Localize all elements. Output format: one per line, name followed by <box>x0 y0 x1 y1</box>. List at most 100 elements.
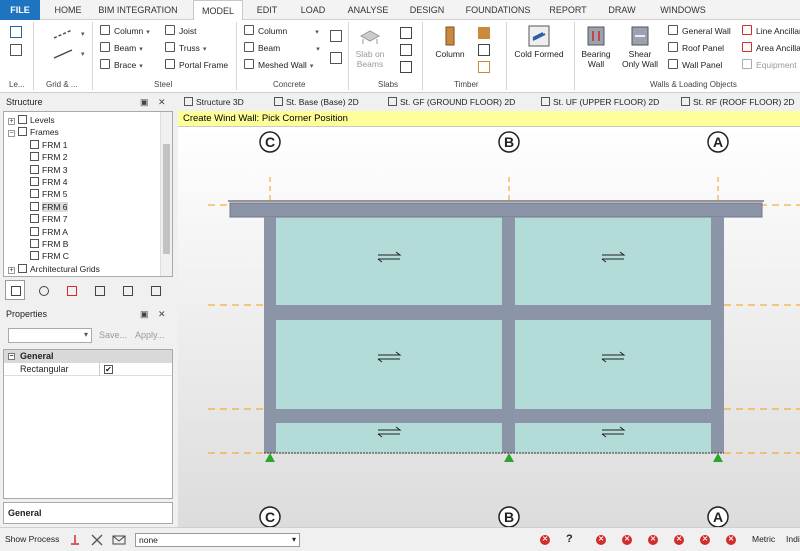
units-label[interactable]: Metric <box>752 534 775 544</box>
tab-windows[interactable]: WINDOWS <box>652 0 714 20</box>
tab-loads[interactable] <box>61 280 81 300</box>
properties-category[interactable]: − General <box>4 350 172 363</box>
wall-panel[interactable] <box>515 217 711 305</box>
expand-icon[interactable]: + <box>8 266 15 274</box>
wall-panel[interactable] <box>276 320 502 409</box>
tree-item[interactable]: FRM 1 <box>30 139 68 151</box>
tree-item[interactable]: − Frames <box>8 126 59 138</box>
wall-panel-button[interactable]: Wall Panel <box>668 58 722 73</box>
tab-bim-integration[interactable]: BIM INTEGRATION <box>93 0 183 20</box>
tree-item[interactable]: + Levels <box>8 114 55 126</box>
collapse-icon[interactable]: − <box>8 130 15 138</box>
column-a[interactable] <box>711 217 724 453</box>
support-icon[interactable] <box>713 453 723 462</box>
joist-button[interactable]: Joist <box>165 24 196 39</box>
tab-st-rf[interactable]: St. RF (ROOF FLOOR) 2D <box>681 94 795 110</box>
tab-report[interactable]: REPORT <box>545 0 591 20</box>
tree-item[interactable]: FRM 5 <box>30 188 68 200</box>
bearing-wall-button[interactable]: Bearing Wall <box>578 25 614 69</box>
concrete-beam-button[interactable]: Beam ▾ <box>244 41 320 56</box>
tree-item[interactable]: FRM 4 <box>30 176 68 188</box>
slab-type-icon[interactable] <box>400 27 412 39</box>
tab-file[interactable]: FILE <box>0 0 40 20</box>
show-process-label[interactable]: Show Process <box>5 534 59 544</box>
load-arrow-icon[interactable] <box>68 533 82 547</box>
tab-foundations[interactable]: FOUNDATIONS <box>462 0 534 20</box>
steel-brace-button[interactable]: Brace ▾ <box>100 58 143 73</box>
expand-icon[interactable]: + <box>8 118 15 125</box>
tab-weights[interactable] <box>117 280 137 300</box>
tab-st-base[interactable]: St. Base (Base) 2D <box>274 94 359 110</box>
tab-members[interactable] <box>89 280 109 300</box>
portal-frame-button[interactable]: Portal Frame <box>165 58 228 73</box>
wall-panel[interactable] <box>515 423 711 453</box>
tab-st-gf[interactable]: St. GF (GROUND FLOOR) 2D <box>388 94 515 110</box>
timber-column-button[interactable]: Column <box>432 25 468 59</box>
tree-item[interactable]: FRM 7 <box>30 213 68 225</box>
tab-globe[interactable] <box>33 280 53 300</box>
help-icon[interactable]: ? <box>566 533 573 545</box>
error-icon[interactable]: ✕ <box>700 535 710 545</box>
tree-item[interactable]: FRM B <box>30 238 68 250</box>
levels-list-icon[interactable] <box>10 44 22 56</box>
error-icon[interactable]: ✕ <box>540 535 550 545</box>
tab-load[interactable]: LOAD <box>295 0 331 20</box>
tab-edit[interactable]: EDIT <box>250 0 284 20</box>
levels-icon[interactable] <box>10 26 22 38</box>
concrete-column-button[interactable]: Column ▾ <box>244 24 319 39</box>
tree-scrollbar[interactable] <box>160 112 172 276</box>
properties-type-select[interactable]: ▾ <box>8 328 92 343</box>
line-ancillary-button[interactable]: Line Ancillary <box>742 24 800 39</box>
tree-item[interactable]: FRM A <box>30 226 68 238</box>
roof-slab[interactable] <box>229 202 763 218</box>
load-cross-icon[interactable] <box>90 533 104 547</box>
restore-icon[interactable]: ▣ <box>140 306 149 322</box>
scrollbar-thumb[interactable] <box>163 144 170 254</box>
tree-item[interactable]: FRM 3 <box>30 164 68 176</box>
slab-opening-icon[interactable] <box>400 61 412 73</box>
concrete-stair-icon[interactable] <box>330 52 342 64</box>
grid-line-dashed-icon[interactable] <box>52 28 74 40</box>
tab-design[interactable]: DESIGN <box>404 0 450 20</box>
wall-panel[interactable] <box>276 423 502 453</box>
steel-column-button[interactable]: Column ▾ <box>100 24 150 39</box>
drawing-canvas[interactable]: C B A C B A <box>178 127 800 527</box>
grid-line-icon[interactable] <box>52 48 74 60</box>
grid-line-dropdown-arrow[interactable]: ▾ <box>78 46 85 61</box>
wall-panel[interactable] <box>276 217 502 305</box>
rectangular-checkbox[interactable]: ✔ <box>104 365 113 374</box>
grid-dropdown-arrow[interactable]: ▾ <box>78 26 85 41</box>
tab-home[interactable]: HOME <box>48 0 88 20</box>
cold-formed-button[interactable]: Cold Formed <box>514 25 564 59</box>
collapse-icon[interactable]: − <box>8 353 15 360</box>
frame-elevation-drawing[interactable]: C B A C B A <box>178 127 800 527</box>
properties-apply-button[interactable]: Apply... <box>135 330 164 340</box>
close-icon[interactable]: ✕ <box>158 94 166 110</box>
slab-edge-icon[interactable] <box>400 44 412 56</box>
error-icon[interactable]: ✕ <box>648 535 658 545</box>
tab-structure-3d[interactable]: Structure 3D <box>184 94 244 110</box>
truss-button[interactable]: Truss ▾ <box>165 41 206 56</box>
column-c[interactable] <box>264 217 276 453</box>
tab-frames[interactable] <box>5 280 25 300</box>
timber-beam-icon[interactable] <box>478 27 490 39</box>
error-icon[interactable]: ✕ <box>674 535 684 545</box>
upper-floor-beam[interactable] <box>264 305 724 320</box>
support-icon[interactable] <box>504 453 514 462</box>
error-icon[interactable]: ✕ <box>726 535 736 545</box>
tree-item[interactable]: FRM C <box>30 250 69 262</box>
slab-on-beams-button[interactable]: Slab on Beams <box>354 25 386 69</box>
timber-brace-icon[interactable] <box>478 44 490 56</box>
wall-panel[interactable] <box>515 320 711 409</box>
area-ancillary-button[interactable]: Area Ancillary <box>742 41 800 56</box>
meshed-wall-button[interactable]: Meshed Wall ▾ <box>244 58 313 73</box>
tree-item[interactable]: FRM 2 <box>30 151 68 163</box>
properties-save-button[interactable]: Save... <box>99 330 127 340</box>
timber-truss-icon[interactable] <box>478 61 490 73</box>
tab-draw[interactable]: DRAW <box>604 0 640 20</box>
tab-analyse[interactable]: ANALYSE <box>340 0 396 20</box>
tree-item[interactable]: + Architectural Grids <box>8 263 100 275</box>
roof-panel-button[interactable]: Roof Panel <box>668 41 724 56</box>
close-icon[interactable]: ✕ <box>158 306 166 322</box>
error-icon[interactable]: ✕ <box>596 535 606 545</box>
